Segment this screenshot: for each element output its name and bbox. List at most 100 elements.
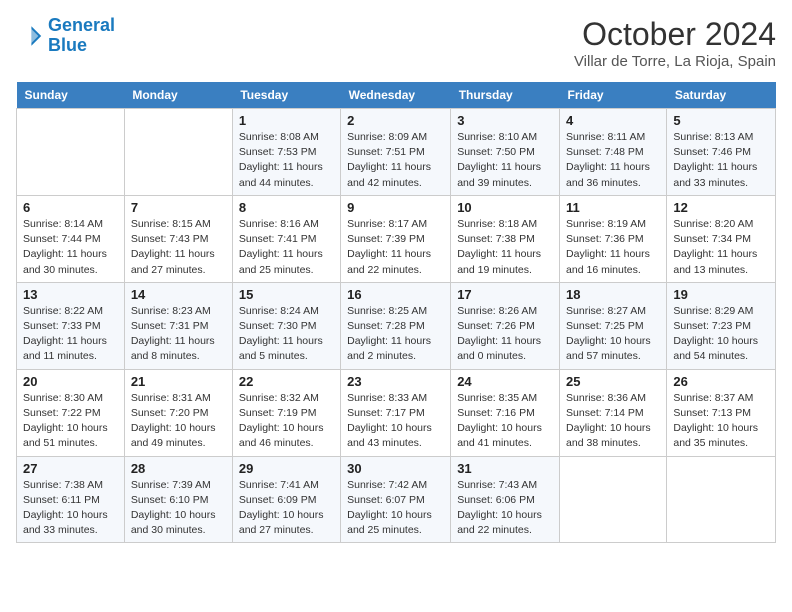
day-info: Sunrise: 8:37 AM Sunset: 7:13 PM Dayligh…	[673, 391, 769, 452]
day-info: Sunrise: 8:13 AM Sunset: 7:46 PM Dayligh…	[673, 130, 769, 191]
calendar-cell: 6 Sunrise: 8:14 AM Sunset: 7:44 PM Daylig…	[17, 195, 125, 282]
calendar-cell: 19 Sunrise: 8:29 AM Sunset: 7:23 PM Dayli…	[667, 282, 776, 369]
calendar-week-row: 1Sunrise: 8:08 AM Sunset: 7:53 PM Daylig…	[17, 109, 776, 196]
weekday-header: Thursday	[451, 82, 560, 109]
calendar-cell: 5 Sunrise: 8:13 AM Sunset: 7:46 PM Daylig…	[667, 109, 776, 196]
day-number: 23	[347, 374, 444, 389]
weekday-header: Wednesday	[341, 82, 451, 109]
day-number: 29	[239, 461, 334, 476]
day-number: 6	[23, 200, 118, 215]
day-number: 5	[673, 113, 769, 128]
day-info: Sunrise: 8:23 AM Sunset: 7:31 PM Dayligh…	[131, 304, 226, 365]
calendar-week-row: 6 Sunrise: 8:14 AM Sunset: 7:44 PM Daylig…	[17, 195, 776, 282]
day-info: Sunrise: 8:32 AM Sunset: 7:19 PM Dayligh…	[239, 391, 334, 452]
day-info: Sunrise: 8:35 AM Sunset: 7:16 PM Dayligh…	[457, 391, 553, 452]
calendar-cell: 23 Sunrise: 8:33 AM Sunset: 7:17 PM Dayli…	[341, 369, 451, 456]
day-number: 31	[457, 461, 553, 476]
day-number: 7	[131, 200, 226, 215]
calendar-cell: 16Sunrise: 8:25 AM Sunset: 7:28 PM Dayli…	[341, 282, 451, 369]
day-number: 24	[457, 374, 553, 389]
day-info: Sunrise: 8:29 AM Sunset: 7:23 PM Dayligh…	[673, 304, 769, 365]
day-info: Sunrise: 8:22 AM Sunset: 7:33 PM Dayligh…	[23, 304, 118, 365]
day-number: 20	[23, 374, 118, 389]
day-number: 8	[239, 200, 334, 215]
day-info: Sunrise: 8:14 AM Sunset: 7:44 PM Dayligh…	[23, 217, 118, 278]
day-info: Sunrise: 7:39 AM Sunset: 6:10 PM Dayligh…	[131, 478, 226, 539]
day-info: Sunrise: 7:41 AM Sunset: 6:09 PM Dayligh…	[239, 478, 334, 539]
calendar-cell: 12 Sunrise: 8:20 AM Sunset: 7:34 PM Dayli…	[667, 195, 776, 282]
day-number: 19	[673, 287, 769, 302]
day-info: Sunrise: 8:11 AM Sunset: 7:48 PM Dayligh…	[566, 130, 660, 191]
day-info: Sunrise: 8:25 AM Sunset: 7:28 PM Dayligh…	[347, 304, 444, 365]
day-info: Sunrise: 8:16 AM Sunset: 7:41 PM Dayligh…	[239, 217, 334, 278]
calendar-cell: 2Sunrise: 8:09 AM Sunset: 7:51 PM Daylig…	[341, 109, 451, 196]
calendar-cell: 7 Sunrise: 8:15 AM Sunset: 7:43 PM Daylig…	[124, 195, 232, 282]
calendar-cell: 9 Sunrise: 8:17 AM Sunset: 7:39 PM Daylig…	[341, 195, 451, 282]
calendar-week-row: 27 Sunrise: 7:38 AM Sunset: 6:11 PM Dayli…	[17, 456, 776, 543]
day-info: Sunrise: 8:17 AM Sunset: 7:39 PM Dayligh…	[347, 217, 444, 278]
location-subtitle: Villar de Torre, La Rioja, Spain	[574, 53, 776, 70]
day-info: Sunrise: 7:43 AM Sunset: 6:06 PM Dayligh…	[457, 478, 553, 539]
calendar-cell: 22Sunrise: 8:32 AM Sunset: 7:19 PM Dayli…	[232, 369, 340, 456]
day-number: 9	[347, 200, 444, 215]
day-info: Sunrise: 8:20 AM Sunset: 7:34 PM Dayligh…	[673, 217, 769, 278]
calendar-cell: 10 Sunrise: 8:18 AM Sunset: 7:38 PM Dayli…	[451, 195, 560, 282]
day-info: Sunrise: 8:33 AM Sunset: 7:17 PM Dayligh…	[347, 391, 444, 452]
day-number: 26	[673, 374, 769, 389]
day-info: Sunrise: 7:38 AM Sunset: 6:11 PM Dayligh…	[23, 478, 118, 539]
calendar-cell: 15 Sunrise: 8:24 AM Sunset: 7:30 PM Dayli…	[232, 282, 340, 369]
day-info: Sunrise: 8:30 AM Sunset: 7:22 PM Dayligh…	[23, 391, 118, 452]
day-info: Sunrise: 8:36 AM Sunset: 7:14 PM Dayligh…	[566, 391, 660, 452]
day-info: Sunrise: 8:24 AM Sunset: 7:30 PM Dayligh…	[239, 304, 334, 365]
day-number: 10	[457, 200, 553, 215]
calendar-cell: 27 Sunrise: 7:38 AM Sunset: 6:11 PM Dayli…	[17, 456, 125, 543]
calendar-cell	[560, 456, 667, 543]
day-number: 11	[566, 200, 660, 215]
calendar-week-row: 20 Sunrise: 8:30 AM Sunset: 7:22 PM Dayli…	[17, 369, 776, 456]
day-number: 1	[239, 113, 334, 128]
day-number: 17	[457, 287, 553, 302]
calendar-cell: 24 Sunrise: 8:35 AM Sunset: 7:16 PM Dayli…	[451, 369, 560, 456]
weekday-header: Monday	[124, 82, 232, 109]
logo-icon	[16, 22, 44, 50]
calendar-cell: 1Sunrise: 8:08 AM Sunset: 7:53 PM Daylig…	[232, 109, 340, 196]
logo-text: General Blue	[48, 16, 115, 56]
page-header: General Blue October 2024 Villar de Torr…	[16, 16, 776, 70]
calendar-cell	[667, 456, 776, 543]
calendar-cell: 17 Sunrise: 8:26 AM Sunset: 7:26 PM Dayli…	[451, 282, 560, 369]
calendar-cell	[17, 109, 125, 196]
day-info: Sunrise: 8:10 AM Sunset: 7:50 PM Dayligh…	[457, 130, 553, 191]
month-title: October 2024	[574, 16, 776, 53]
weekday-header: Tuesday	[232, 82, 340, 109]
day-number: 27	[23, 461, 118, 476]
day-number: 14	[131, 287, 226, 302]
calendar-week-row: 13 Sunrise: 8:22 AM Sunset: 7:33 PM Dayli…	[17, 282, 776, 369]
day-number: 21	[131, 374, 226, 389]
day-number: 15	[239, 287, 334, 302]
day-info: Sunrise: 8:27 AM Sunset: 7:25 PM Dayligh…	[566, 304, 660, 365]
calendar-cell: 31 Sunrise: 7:43 AM Sunset: 6:06 PM Dayli…	[451, 456, 560, 543]
day-info: Sunrise: 8:18 AM Sunset: 7:38 PM Dayligh…	[457, 217, 553, 278]
day-number: 18	[566, 287, 660, 302]
logo: General Blue	[16, 16, 115, 56]
calendar-cell: 11 Sunrise: 8:19 AM Sunset: 7:36 PM Dayli…	[560, 195, 667, 282]
calendar-table: SundayMondayTuesdayWednesdayThursdayFrid…	[16, 82, 776, 543]
weekday-header: Saturday	[667, 82, 776, 109]
calendar-cell: 21Sunrise: 8:31 AM Sunset: 7:20 PM Dayli…	[124, 369, 232, 456]
day-info: Sunrise: 8:19 AM Sunset: 7:36 PM Dayligh…	[566, 217, 660, 278]
day-number: 4	[566, 113, 660, 128]
calendar-cell: 3 Sunrise: 8:10 AM Sunset: 7:50 PM Daylig…	[451, 109, 560, 196]
calendar-cell: 29 Sunrise: 7:41 AM Sunset: 6:09 PM Dayli…	[232, 456, 340, 543]
day-number: 3	[457, 113, 553, 128]
calendar-cell: 8 Sunrise: 8:16 AM Sunset: 7:41 PM Daylig…	[232, 195, 340, 282]
calendar-cell: 4 Sunrise: 8:11 AM Sunset: 7:48 PM Daylig…	[560, 109, 667, 196]
day-info: Sunrise: 8:15 AM Sunset: 7:43 PM Dayligh…	[131, 217, 226, 278]
day-number: 12	[673, 200, 769, 215]
calendar-cell: 14 Sunrise: 8:23 AM Sunset: 7:31 PM Dayli…	[124, 282, 232, 369]
day-info: Sunrise: 8:26 AM Sunset: 7:26 PM Dayligh…	[457, 304, 553, 365]
weekday-header: Friday	[560, 82, 667, 109]
day-info: Sunrise: 8:09 AM Sunset: 7:51 PM Dayligh…	[347, 130, 444, 191]
day-number: 13	[23, 287, 118, 302]
calendar-cell: 28Sunrise: 7:39 AM Sunset: 6:10 PM Dayli…	[124, 456, 232, 543]
weekday-header: Sunday	[17, 82, 125, 109]
